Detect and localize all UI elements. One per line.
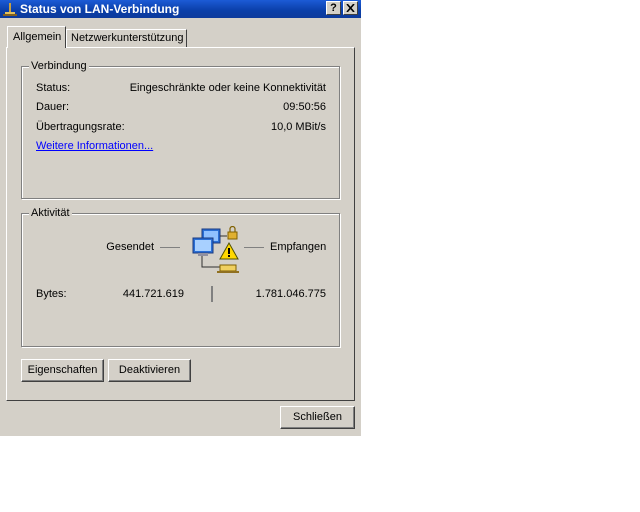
- close-window-button[interactable]: [343, 1, 358, 15]
- duration-value: 09:50:56: [283, 101, 326, 113]
- speed-value: 10,0 MBit/s: [270, 121, 326, 133]
- lan-status-dialog: Status von LAN-Verbindung ? Allgemein Ne…: [0, 0, 361, 436]
- properties-button[interactable]: Eigenschaften: [21, 359, 104, 382]
- tab-netzwerkunterstuetzung[interactable]: Netzwerkunterstützung: [66, 29, 187, 47]
- activity-group-title: Aktivität: [29, 207, 72, 219]
- tab-allgemein[interactable]: Allgemein: [7, 26, 66, 48]
- received-line: [244, 247, 264, 248]
- sent-line: [160, 247, 180, 248]
- tab-join: [8, 46, 65, 49]
- network-connection-icon: [3, 3, 17, 16]
- close-button[interactable]: Schließen: [280, 406, 355, 429]
- bytes-sent-value: 441.721.619: [122, 288, 184, 300]
- help-button[interactable]: ?: [326, 1, 341, 15]
- bytes-received-value: 1.781.046.775: [255, 288, 326, 300]
- network-computers-warning-icon: [192, 226, 239, 273]
- status-value: Eingeschränkte oder keine Konnektivität: [129, 82, 326, 94]
- activity-group: Aktivität: [21, 207, 340, 347]
- close-icon: [346, 3, 355, 13]
- disable-button[interactable]: Deaktivieren: [108, 359, 191, 382]
- title-bar[interactable]: Status von LAN-Verbindung ?: [0, 0, 361, 18]
- connection-group-title: Verbindung: [29, 60, 89, 72]
- bytes-separator: [211, 286, 213, 302]
- window-title: Status von LAN-Verbindung: [20, 2, 180, 16]
- speed-label: Übertragungsrate:: [36, 121, 125, 133]
- sent-label: Gesendet: [106, 241, 154, 253]
- bytes-label: Bytes:: [36, 288, 67, 300]
- status-label: Status:: [36, 82, 71, 94]
- more-info-link[interactable]: Weitere Informationen...: [36, 140, 153, 152]
- duration-label: Dauer:: [36, 101, 70, 113]
- received-label: Empfangen: [270, 241, 327, 253]
